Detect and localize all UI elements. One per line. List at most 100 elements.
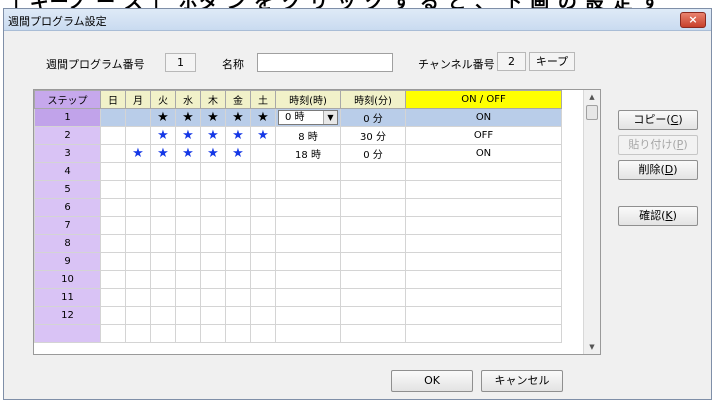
minute-cell[interactable]: 30 分	[340, 126, 406, 145]
day-cell-fri[interactable]	[225, 216, 251, 235]
day-cell-sat[interactable]	[250, 234, 276, 253]
hour-cell[interactable]	[275, 306, 341, 325]
day-cell-wed[interactable]	[175, 198, 201, 217]
hour-cell[interactable]	[275, 162, 341, 181]
table-row[interactable]: 6	[34, 198, 562, 217]
day-cell-wed[interactable]	[175, 162, 201, 181]
day-cell-sun[interactable]	[100, 324, 126, 343]
day-cell-sat[interactable]: ★	[250, 126, 276, 145]
minute-cell[interactable]	[340, 270, 406, 289]
scroll-down-arrow-icon[interactable]: ▼	[584, 340, 600, 354]
onoff-cell[interactable]	[405, 270, 562, 289]
hour-cell[interactable]	[275, 324, 341, 343]
scroll-up-arrow-icon[interactable]: ▲	[584, 90, 600, 104]
step-cell[interactable]: 2	[34, 126, 101, 145]
hour-cell[interactable]	[275, 288, 341, 307]
day-cell-thu[interactable]	[200, 198, 226, 217]
day-cell-sat[interactable]	[250, 180, 276, 199]
day-cell-tue[interactable]	[150, 216, 176, 235]
day-cell-fri[interactable]: ★	[225, 144, 251, 163]
day-cell-tue[interactable]: ★	[150, 126, 176, 145]
day-cell-thu[interactable]	[200, 162, 226, 181]
day-cell-thu[interactable]	[200, 180, 226, 199]
day-cell-wed[interactable]	[175, 324, 201, 343]
table-row[interactable]: 2 ★ ★ ★ ★ ★ 8 時 30 分 OFF	[34, 126, 562, 145]
day-cell-fri[interactable]	[225, 324, 251, 343]
day-cell-fri[interactable]	[225, 288, 251, 307]
day-cell-thu[interactable]	[200, 216, 226, 235]
day-cell-mon[interactable]	[125, 216, 151, 235]
day-cell-mon[interactable]	[125, 324, 151, 343]
table-row[interactable]: 9	[34, 252, 562, 271]
day-cell-fri[interactable]	[225, 180, 251, 199]
day-cell-mon[interactable]	[125, 198, 151, 217]
day-cell-tue[interactable]	[150, 324, 176, 343]
onoff-cell[interactable]	[405, 288, 562, 307]
day-cell-thu[interactable]	[200, 288, 226, 307]
day-cell-mon[interactable]	[125, 108, 151, 127]
onoff-cell[interactable]	[405, 306, 562, 325]
day-cell-thu[interactable]	[200, 270, 226, 289]
day-cell-tue[interactable]: ★	[150, 108, 176, 127]
minute-cell[interactable]	[340, 306, 406, 325]
hour-cell[interactable]	[275, 234, 341, 253]
cancel-button[interactable]: キャンセル	[481, 370, 563, 392]
day-cell-thu[interactable]: ★	[200, 108, 226, 127]
day-cell-thu[interactable]	[200, 234, 226, 253]
day-cell-wed[interactable]	[175, 234, 201, 253]
step-cell[interactable]: 4	[34, 162, 101, 181]
day-cell-fri[interactable]	[225, 270, 251, 289]
minute-cell[interactable]	[340, 234, 406, 253]
table-row[interactable]: 1 ★ ★ ★ ★ ★ 0 時 ▼ 0 分 ON	[34, 108, 562, 127]
name-input[interactable]	[257, 53, 393, 72]
step-cell[interactable]: 1	[34, 108, 101, 127]
day-cell-sun[interactable]	[100, 234, 126, 253]
step-cell[interactable]: 6	[34, 198, 101, 217]
day-cell-thu[interactable]	[200, 324, 226, 343]
day-cell-sat[interactable]	[250, 198, 276, 217]
day-cell-mon[interactable]: ★	[125, 144, 151, 163]
day-cell-sun[interactable]	[100, 144, 126, 163]
scroll-thumb[interactable]	[586, 105, 598, 120]
day-cell-mon[interactable]	[125, 306, 151, 325]
table-row[interactable]: 4	[34, 162, 562, 181]
minute-cell[interactable]: 0 分	[340, 144, 406, 163]
day-cell-sat[interactable]	[250, 324, 276, 343]
table-row[interactable]: 7	[34, 216, 562, 235]
day-cell-mon[interactable]	[125, 252, 151, 271]
hour-cell[interactable]: 8 時	[275, 126, 341, 145]
day-cell-sun[interactable]	[100, 198, 126, 217]
day-cell-sat[interactable]	[250, 306, 276, 325]
day-cell-sat[interactable]	[250, 216, 276, 235]
onoff-cell[interactable]	[405, 324, 562, 343]
copy-button[interactable]: コピー(C)	[618, 110, 698, 130]
day-cell-wed[interactable]	[175, 270, 201, 289]
day-cell-wed[interactable]: ★	[175, 126, 201, 145]
day-cell-tue[interactable]: ★	[150, 144, 176, 163]
minute-cell[interactable]	[340, 162, 406, 181]
step-cell[interactable]: 5	[34, 180, 101, 199]
hour-cell[interactable]: 18 時	[275, 144, 341, 163]
ok-button[interactable]: OK	[391, 370, 473, 392]
day-cell-mon[interactable]	[125, 162, 151, 181]
hour-cell[interactable]	[275, 270, 341, 289]
minute-cell[interactable]	[340, 216, 406, 235]
confirm-button[interactable]: 確認(K)	[618, 206, 698, 226]
day-cell-mon[interactable]	[125, 180, 151, 199]
day-cell-fri[interactable]: ★	[225, 108, 251, 127]
minute-cell[interactable]	[340, 288, 406, 307]
day-cell-tue[interactable]	[150, 306, 176, 325]
day-cell-sat[interactable]	[250, 288, 276, 307]
onoff-cell[interactable]	[405, 216, 562, 235]
day-cell-tue[interactable]	[150, 234, 176, 253]
day-cell-wed[interactable]	[175, 180, 201, 199]
hour-cell[interactable]	[275, 198, 341, 217]
day-cell-thu[interactable]	[200, 252, 226, 271]
day-cell-sun[interactable]	[100, 108, 126, 127]
day-cell-sun[interactable]	[100, 162, 126, 181]
onoff-cell[interactable]	[405, 180, 562, 199]
day-cell-sat[interactable]	[250, 144, 276, 163]
onoff-cell[interactable]	[405, 252, 562, 271]
day-cell-thu[interactable]	[200, 306, 226, 325]
day-cell-sun[interactable]	[100, 288, 126, 307]
